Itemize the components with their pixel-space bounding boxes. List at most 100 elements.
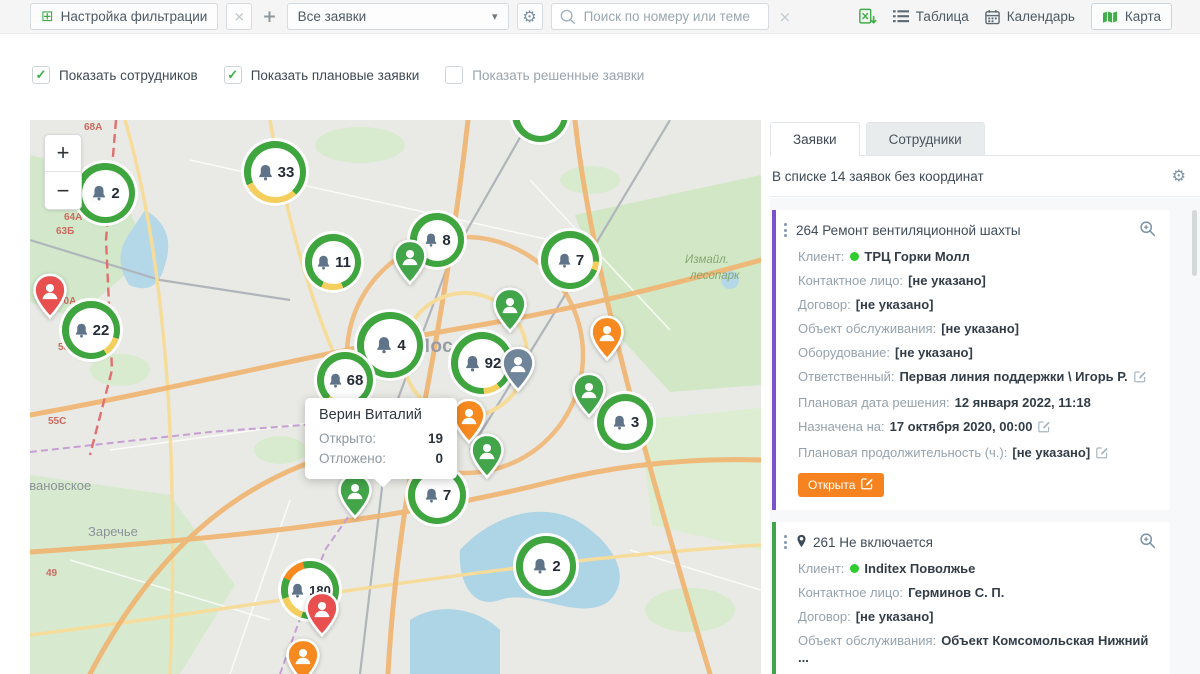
field-label: Договор: [798, 609, 851, 624]
filter-select[interactable]: Все заявки ▾ [287, 3, 509, 30]
tooltip-row: Открыто: 19 [319, 429, 443, 449]
employee-pin-marker[interactable] [285, 638, 321, 674]
employee-pin-marker[interactable] [571, 372, 607, 423]
zoom-out-button[interactable]: − [45, 172, 81, 209]
request-field: Плановая продолжительность (ч.):[не указ… [782, 440, 1158, 466]
field-label: Плановая продолжительность (ч.): [798, 445, 1007, 460]
edit-icon[interactable] [861, 477, 874, 493]
geo-pin-icon [796, 534, 807, 551]
map-cluster-marker[interactable]: 11 [305, 234, 361, 290]
excel-export-icon [858, 8, 877, 26]
export-excel-button[interactable] [858, 8, 877, 26]
checkbox-label: Показать плановые заявки [251, 68, 420, 83]
request-field: Объект обслуживания:Объект Комсомольская… [782, 628, 1158, 669]
employee-pin-marker[interactable] [500, 346, 536, 397]
field-label: Оборудование: [798, 345, 890, 360]
field-label: Объект обслуживания: [798, 633, 936, 648]
checkbox-box[interactable] [445, 66, 463, 84]
employee-pin-marker[interactable] [337, 473, 373, 524]
request-title[interactable]: 264 Ремонт вентиляционной шахты [796, 223, 1132, 238]
checkbox-box[interactable]: ✓ [224, 66, 242, 84]
request-field: Плановая дата решения: 12 января 2022, 11… [782, 390, 1158, 414]
employee-tooltip: Верин Виталий Открыто: 19 Отложено: 0 [305, 398, 457, 479]
map-cluster-marker[interactable]: 2 [75, 163, 135, 223]
status-badge[interactable]: Открыта [798, 473, 884, 497]
map-cluster-marker[interactable]: 7 [541, 231, 599, 289]
view-map-button[interactable]: Карта [1091, 3, 1172, 30]
add-filter-button[interactable]: + [260, 7, 278, 27]
request-field: Назначена на:17 октября 2020, 00:00 [782, 414, 1158, 440]
view-switcher: Таблица Календарь Карта [858, 3, 1172, 30]
edit-icon[interactable] [1096, 446, 1109, 463]
list-scrollbar[interactable] [1192, 210, 1197, 276]
map-cluster-marker[interactable]: 22 [62, 301, 120, 359]
map-filters: ✓ Показать сотрудников ✓ Показать плановые … [32, 66, 644, 84]
requests-list: 264 Ремонт вентиляционной шахты Клиент:Т… [770, 198, 1200, 674]
view-table-button[interactable]: Таблица [893, 9, 969, 24]
employee-pin-marker[interactable] [469, 433, 505, 484]
employee-pin-marker[interactable] [589, 315, 625, 366]
show-filter-checkbox[interactable]: Показать решенные заявки [445, 66, 644, 84]
request-field: Ответственный:Первая линия поддержки \ И… [782, 364, 1158, 390]
cluster-count: 33 [278, 164, 295, 181]
drag-handle[interactable] [782, 533, 789, 551]
map-cluster-marker[interactable]: 2 [516, 536, 576, 596]
search-box [551, 3, 769, 30]
filter-settings-label: Настройка фильтрации [61, 9, 208, 24]
field-label: Плановая дата решения: [798, 395, 950, 410]
search-input[interactable] [551, 3, 769, 30]
map-cluster-marker[interactable]: 33 [244, 141, 306, 203]
tab-employees[interactable]: Сотрудники [866, 122, 985, 156]
gear-icon: ⚙ [522, 9, 536, 25]
clear-search-icon[interactable]: × [777, 8, 794, 26]
cluster-count: 11 [335, 254, 351, 271]
field-value: [не указано] [856, 297, 934, 312]
cluster-count: 8 [442, 232, 450, 249]
request-field: Клиент:ТРЦ Горки Молл [782, 244, 1158, 268]
field-value: 12 января 2022, 11:18 [955, 395, 1091, 410]
table-icon [893, 10, 909, 23]
show-filter-checkbox[interactable]: ✓ Показать сотрудников [32, 66, 198, 84]
view-calendar-button[interactable]: Календарь [985, 9, 1075, 25]
map-canvas[interactable]: МосИзмайл.лесопаркЗаречьеивановское68А64… [30, 120, 761, 674]
filter-settings-button[interactable]: ⊞ Настройка фильтрации [30, 3, 218, 30]
drag-handle[interactable] [782, 221, 789, 239]
tab-requests[interactable]: Заявки [770, 122, 860, 156]
show-filter-checkbox[interactable]: ✓ Показать плановые заявки [224, 66, 420, 84]
edit-icon[interactable] [1038, 420, 1051, 437]
locate-on-map-icon[interactable] [1139, 532, 1156, 552]
checkbox-label: Показать решенные заявки [472, 68, 644, 83]
request-card: 261 Не включается Клиент:Inditex Поволжь… [772, 522, 1170, 674]
cluster-count: 7 [576, 252, 584, 269]
field-value: Первая линия поддержки \ Игорь Р. [899, 369, 1127, 384]
employee-pin-marker[interactable] [492, 287, 528, 338]
panel-header: В списке 14 заявок без координат ⚙ [770, 156, 1200, 197]
edit-icon[interactable] [1134, 370, 1147, 387]
request-field: Оборудование: [782, 669, 1158, 674]
checkbox-box[interactable]: ✓ [32, 66, 50, 84]
field-label: Клиент: [798, 561, 844, 576]
employee-pin-marker[interactable] [32, 273, 68, 324]
clear-filter-button[interactable]: × [226, 3, 252, 30]
zoom-in-button[interactable]: + [45, 135, 81, 172]
search-icon [559, 8, 576, 28]
request-field: Контактное лицо:[не указано] [782, 268, 1158, 292]
employee-pin-marker[interactable] [392, 239, 428, 290]
field-value: [не указано] [895, 345, 973, 360]
no-coords-counter: В списке 14 заявок без координат [772, 169, 984, 184]
tooltip-row: Отложено: 0 [319, 449, 443, 469]
map-icon [1102, 10, 1118, 24]
request-field: Договор:[не указано] [782, 604, 1158, 628]
filter-gear-button[interactable]: ⚙ [517, 3, 543, 30]
request-title[interactable]: 261 Не включается [796, 534, 1132, 551]
locate-on-map-icon[interactable] [1139, 220, 1156, 240]
panel-gear-icon[interactable]: ⚙ [1172, 168, 1186, 184]
filter-select-value: Все заявки [298, 9, 367, 24]
cluster-count: 2 [552, 558, 560, 575]
field-value: ТРЦ Горки Молл [864, 249, 969, 264]
checkbox-label: Показать сотрудников [59, 68, 198, 83]
field-label: Контактное лицо: [798, 273, 903, 288]
employee-pin-marker[interactable] [304, 591, 340, 642]
field-label: Контактное лицо: [798, 585, 903, 600]
app: ⊞ Настройка фильтрации × + Все заявки ▾ … [0, 0, 1200, 674]
